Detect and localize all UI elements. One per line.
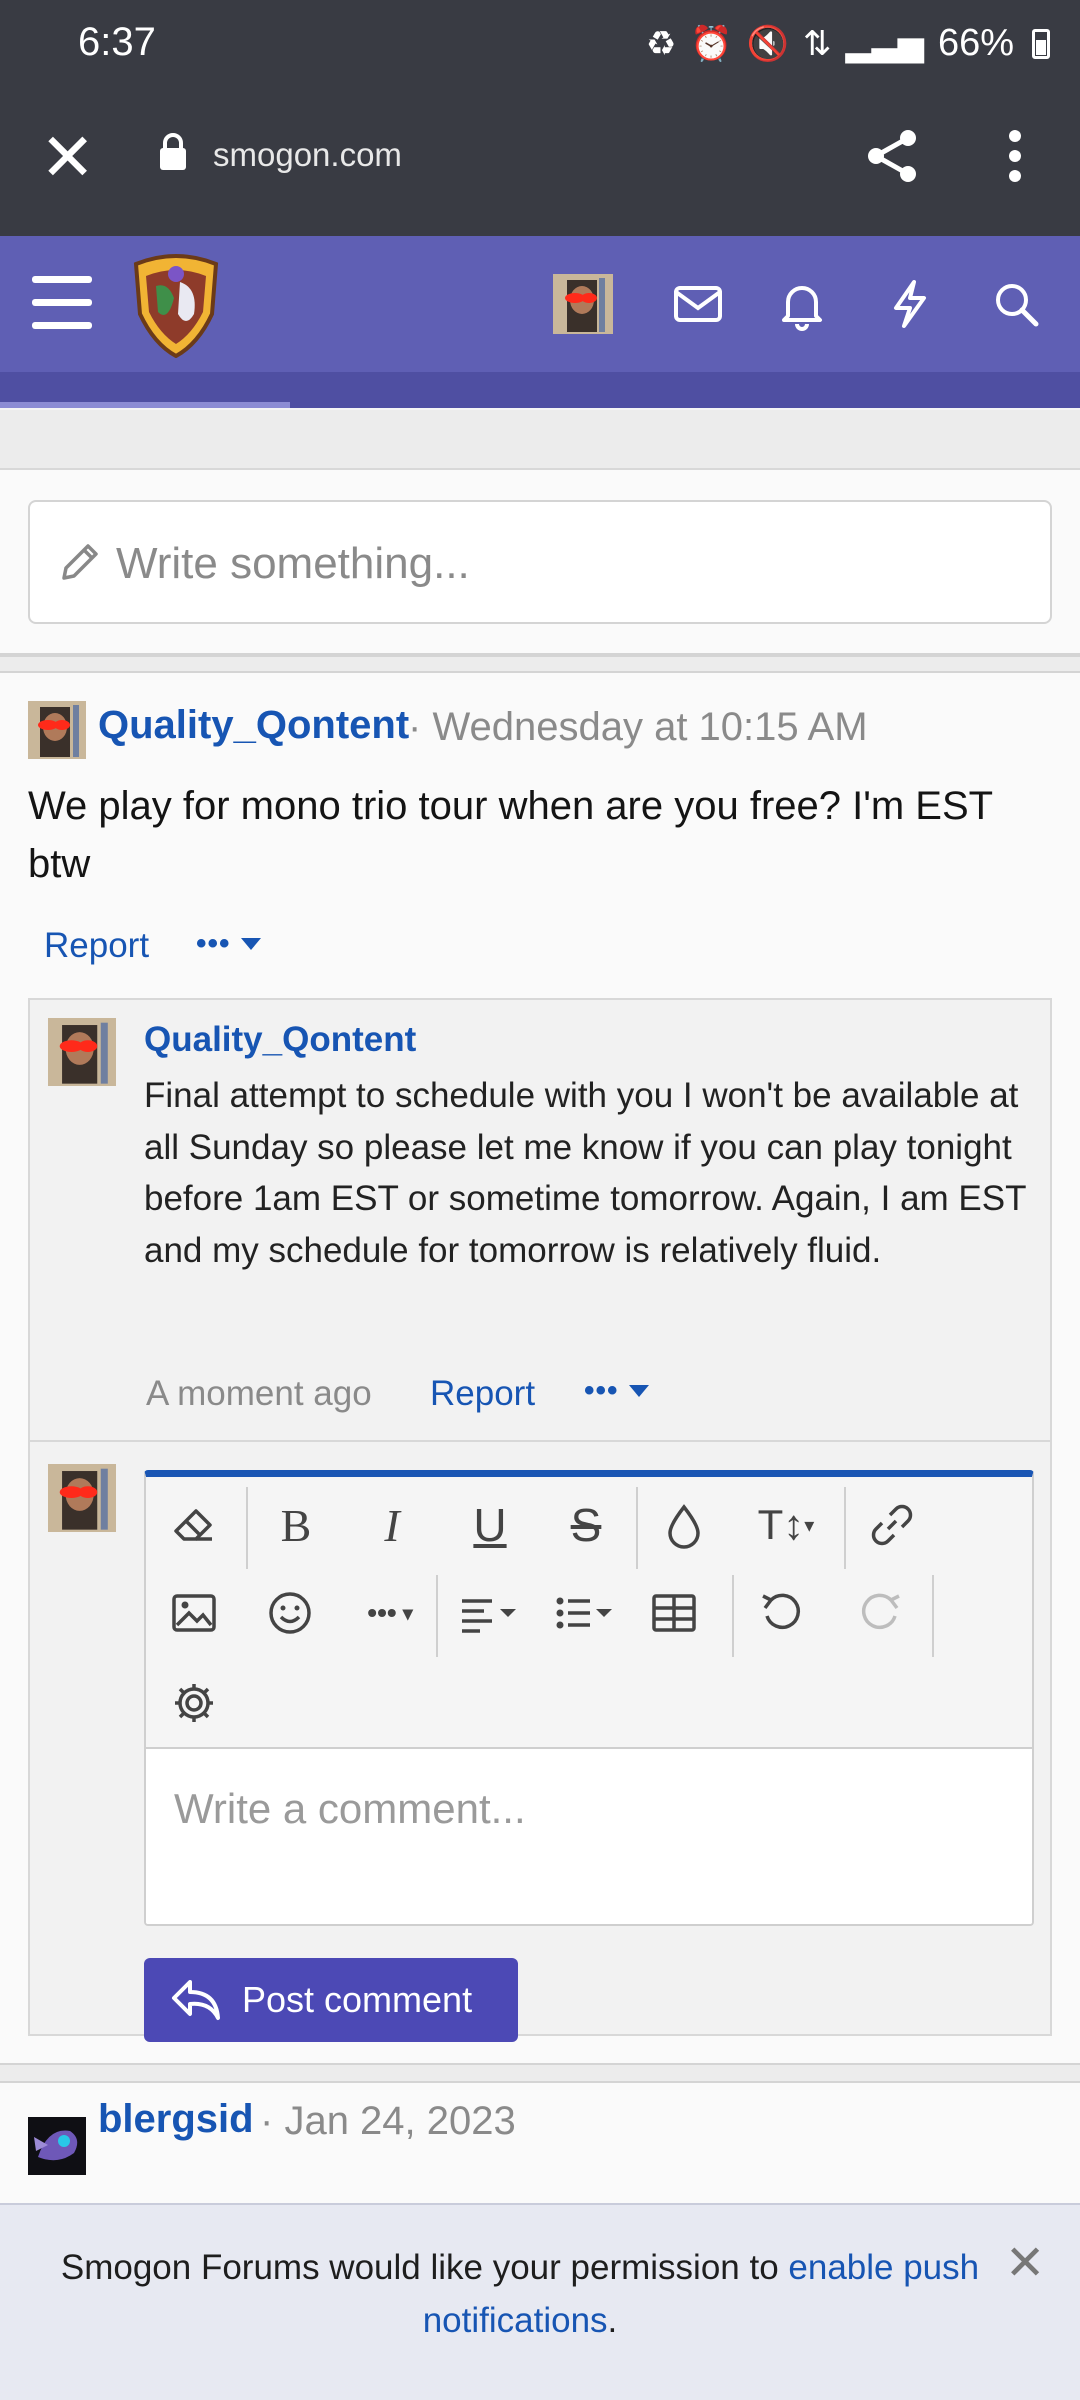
comment-input[interactable]: Write a comment... (146, 1747, 1032, 1924)
editor-toolbar: B I U S T↕ ▾ ••• ▾ (146, 1477, 1032, 1747)
separator (0, 2063, 1080, 2083)
separator (0, 655, 1080, 673)
post-date: · Wednesday at 10:15 AM (408, 705, 868, 749)
comment-time[interactable]: A moment ago (146, 1374, 372, 1414)
pencil-icon (62, 544, 98, 580)
toolbar-separator (436, 1575, 438, 1657)
status-time: 6:37 (78, 20, 156, 64)
search-icon[interactable] (988, 276, 1044, 332)
more-dots-icon: ••• (196, 927, 231, 960)
align-icon[interactable] (450, 1583, 526, 1643)
toolbar-separator (636, 1487, 638, 1569)
page-gap (0, 410, 1080, 470)
share-icon[interactable] (862, 126, 922, 186)
close-icon[interactable]: ✕ (1005, 2235, 1045, 2291)
user-avatar[interactable] (553, 274, 613, 334)
more-icon[interactable]: ••• ▾ (350, 1583, 430, 1643)
more-options-icon[interactable] (1000, 126, 1030, 186)
underline-icon[interactable]: U (460, 1495, 520, 1555)
lock-icon (160, 133, 186, 170)
toolbar-separator (844, 1487, 846, 1569)
post-more-menu[interactable]: ••• (196, 927, 261, 961)
signal-icon: ▂▃▅ (845, 24, 924, 63)
alarm-icon: ⏰ (690, 24, 733, 63)
write-placeholder: Write something... (116, 539, 470, 588)
post-author[interactable]: blergsid (98, 2097, 254, 2142)
profile-post: Quality_Qontent · Wednesday at 10:15 AM … (0, 673, 1080, 2063)
comment-report-link[interactable]: Report (430, 1374, 535, 1414)
smiley-icon[interactable] (260, 1583, 320, 1643)
redo-icon (850, 1583, 910, 1643)
post-text: We play for mono trio tour when are you … (28, 784, 993, 886)
toolbar-separator (732, 1575, 734, 1657)
table-icon[interactable] (644, 1583, 704, 1643)
divider (30, 1440, 1050, 1442)
data-icon: ⇅ (802, 24, 832, 63)
menu-icon[interactable] (32, 276, 92, 330)
report-link[interactable]: Report (44, 926, 149, 966)
url-text[interactable]: smogon.com (213, 136, 402, 174)
image-icon[interactable] (164, 1583, 224, 1643)
post-author[interactable]: Quality_Qontent (98, 703, 409, 748)
chevron-down-icon (628, 1385, 649, 1397)
strikethrough-icon[interactable]: S (556, 1495, 616, 1555)
eraser-icon[interactable] (164, 1495, 224, 1555)
comment-author-avatar[interactable] (48, 1018, 116, 1086)
mute-icon: 🔇 (746, 24, 789, 63)
font-size-icon[interactable]: T↕ ▾ (742, 1495, 830, 1555)
post-author-avatar[interactable] (28, 701, 86, 759)
list-icon[interactable] (546, 1583, 622, 1643)
battery-icon (1032, 28, 1050, 59)
current-user-avatar (48, 1464, 116, 1532)
site-header (0, 236, 1080, 408)
post-comment-button[interactable]: Post comment (144, 1958, 518, 2042)
comment-editor: B I U S T↕ ▾ ••• ▾ Write a comment... (144, 1470, 1034, 1926)
reply-icon (172, 1980, 220, 2020)
toolbar-separator (932, 1575, 934, 1657)
comment-author[interactable]: Quality_Qontent (144, 1020, 416, 1060)
chevron-down-icon (240, 938, 261, 950)
tab-strip (0, 372, 1080, 408)
recycle-icon: ♻ (645, 24, 677, 63)
more-dots-icon: ••• (584, 1374, 619, 1407)
undo-icon[interactable] (752, 1583, 812, 1643)
browser-toolbar: ✕ smogon.com (0, 90, 1080, 236)
write-something-input[interactable]: Write something... (28, 500, 1052, 624)
active-tab-indicator (0, 402, 290, 408)
post-comment-label: Post comment (242, 1979, 473, 2020)
comment-text: Final attempt to schedule with you I won… (144, 1076, 1026, 1270)
status-composer: Write something... (0, 470, 1080, 655)
push-notification-banner: Smogon Forums would like your permission… (0, 2203, 1080, 2400)
toolbar-separator (246, 1487, 248, 1569)
comments-section: Quality_Qontent Final attempt to schedul… (28, 998, 1052, 2042)
bold-icon[interactable]: B (266, 1495, 326, 1555)
close-tab-icon[interactable]: ✕ (40, 124, 95, 190)
link-icon[interactable] (862, 1495, 922, 1555)
status-bar: 6:37 ♻ ⏰ 🔇 ⇅ ▂▃▅ 66% (0, 0, 1080, 90)
notification-message: Smogon Forums would like your permission… (60, 2248, 980, 2340)
inbox-icon[interactable] (670, 276, 726, 332)
comment-more-menu[interactable]: ••• (584, 1374, 649, 1408)
site-logo[interactable] (128, 252, 224, 358)
bell-icon[interactable] (774, 276, 830, 332)
post-date: · Jan 24, 2023 (260, 2099, 516, 2143)
battery-percent: 66% (937, 22, 1014, 64)
italic-icon[interactable]: I (362, 1495, 422, 1555)
status-icons: ♻ ⏰ 🔇 ⇅ ▂▃▅ 66% (646, 22, 1050, 65)
lightning-icon[interactable] (882, 276, 938, 332)
settings-icon[interactable] (164, 1673, 224, 1733)
post-author-avatar[interactable] (28, 2117, 86, 2175)
profile-post: blergsid · Jan 24, 2023 (0, 2083, 1080, 2203)
comment-placeholder: Write a comment... (174, 1785, 526, 1832)
color-icon[interactable] (654, 1495, 714, 1555)
